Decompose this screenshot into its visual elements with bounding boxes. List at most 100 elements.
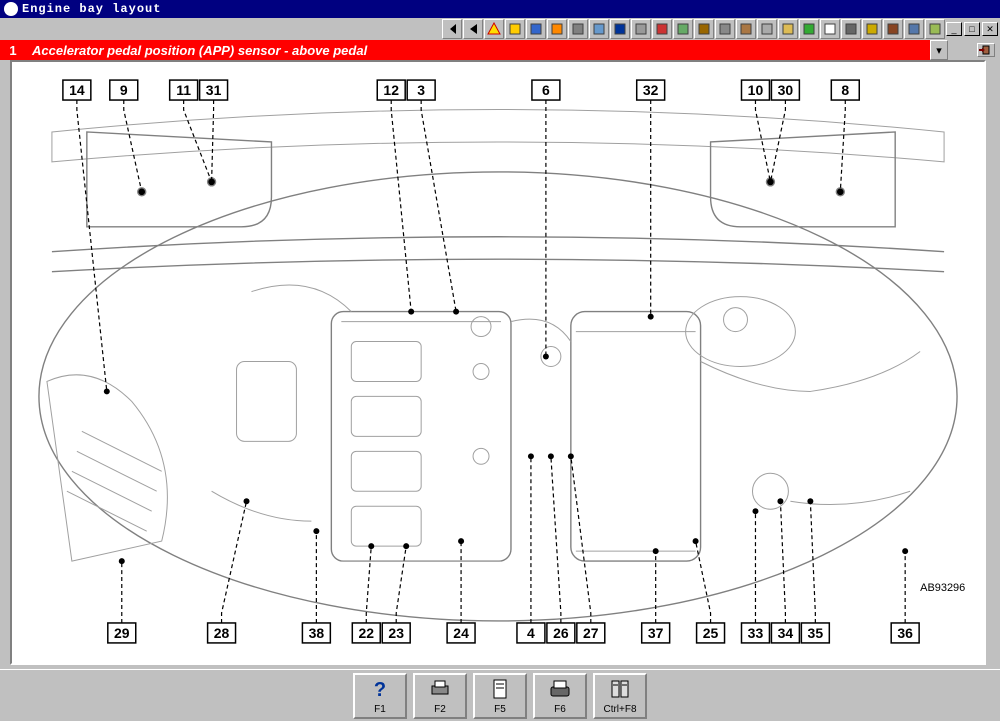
fkey-f6-button[interactable]: F6 bbox=[533, 673, 587, 719]
callout-label-25: 25 bbox=[703, 625, 719, 641]
toolbar-clip-button[interactable] bbox=[757, 19, 777, 39]
callout-label-23: 23 bbox=[388, 625, 404, 641]
toolbar-diag-button[interactable] bbox=[925, 19, 945, 39]
fkey-label: F6 bbox=[554, 704, 566, 715]
toolbar-oval-o-button[interactable] bbox=[547, 19, 567, 39]
elec-icon bbox=[802, 22, 816, 36]
toolbar-abs-button[interactable] bbox=[904, 19, 924, 39]
toolbar-susp-button[interactable] bbox=[673, 19, 693, 39]
toolbar-trans-button[interactable] bbox=[631, 19, 651, 39]
window-title: Engine bay layout bbox=[22, 2, 161, 16]
minimize-button[interactable]: _ bbox=[946, 22, 962, 36]
fkey-label: F1 bbox=[374, 704, 386, 715]
callout-label-14: 14 bbox=[69, 82, 85, 98]
fkey-f2-button[interactable]: F2 bbox=[413, 673, 467, 719]
toolbar-pump-button[interactable] bbox=[694, 19, 714, 39]
toolbar-eng-button[interactable] bbox=[589, 19, 609, 39]
print-icon bbox=[844, 22, 858, 36]
leader-23 bbox=[396, 546, 406, 623]
callout-label-32: 32 bbox=[643, 82, 659, 98]
toolbar-key-button[interactable] bbox=[862, 19, 882, 39]
component-index: 1 bbox=[0, 40, 26, 60]
toolbar-prev-button[interactable] bbox=[463, 19, 483, 39]
callout-label-38: 38 bbox=[309, 625, 325, 641]
leader-26 bbox=[551, 456, 561, 623]
leader-30 bbox=[770, 100, 785, 182]
function-key-bar: ? F1 F2 F5 F6 Ctrl+F8 bbox=[0, 669, 1000, 721]
wrench-icon bbox=[718, 22, 732, 36]
component-dropdown-button[interactable]: ▾ bbox=[930, 40, 948, 60]
toolbar-warn-button[interactable] bbox=[484, 19, 504, 39]
callout-label-33: 33 bbox=[748, 625, 764, 641]
belt-icon bbox=[739, 22, 753, 36]
toolbar-first-button[interactable] bbox=[442, 19, 462, 39]
leader-34 bbox=[780, 501, 785, 623]
part-icon bbox=[781, 22, 795, 36]
callout-label-4: 4 bbox=[527, 625, 535, 641]
engine-bay-diagram: 149113112363210308 292838222324426273725… bbox=[12, 62, 984, 663]
callout-label-9: 9 bbox=[120, 82, 128, 98]
callout-label-35: 35 bbox=[808, 625, 824, 641]
warn-icon bbox=[487, 22, 501, 36]
leader-27 bbox=[571, 456, 591, 623]
leader-31 bbox=[212, 100, 214, 182]
callout-label-3: 3 bbox=[417, 82, 425, 98]
main-toolbar: _ □ ✕ bbox=[0, 18, 1000, 40]
svg-text:?: ? bbox=[374, 679, 386, 700]
abs-icon bbox=[907, 22, 921, 36]
callout-label-27: 27 bbox=[583, 625, 599, 641]
callout-label-34: 34 bbox=[778, 625, 794, 641]
book-icon bbox=[886, 22, 900, 36]
doc-icon bbox=[489, 675, 511, 704]
callout-label-24: 24 bbox=[453, 625, 469, 641]
fkey-ctrl-f8-button[interactable]: Ctrl+F8 bbox=[593, 673, 647, 719]
leader-9 bbox=[124, 100, 142, 192]
toolbar-sdoc-button[interactable] bbox=[820, 19, 840, 39]
leader-12 bbox=[391, 100, 411, 312]
callout-label-22: 22 bbox=[358, 625, 374, 641]
inner-close-area bbox=[972, 40, 1000, 60]
toolbar-part-button[interactable] bbox=[778, 19, 798, 39]
fkey-f1-button[interactable]: ? F1 bbox=[353, 673, 407, 719]
diagram-area: 149113112363210308 292838222324426273725… bbox=[10, 60, 986, 665]
toolbar-wrench-button[interactable] bbox=[715, 19, 735, 39]
callout-label-29: 29 bbox=[114, 625, 130, 641]
eng-icon bbox=[592, 22, 606, 36]
gear-icon bbox=[571, 22, 585, 36]
toolbar-gear-button[interactable] bbox=[568, 19, 588, 39]
toolbar-car-button[interactable] bbox=[652, 19, 672, 39]
leader-3 bbox=[421, 100, 456, 312]
toolbar-rect-y-button[interactable] bbox=[505, 19, 525, 39]
inner-close-button[interactable] bbox=[977, 43, 995, 57]
leader-25 bbox=[696, 541, 711, 623]
toolbar-belt-button[interactable] bbox=[736, 19, 756, 39]
fkey-label: Ctrl+F8 bbox=[603, 704, 636, 715]
toolbar-print-button[interactable] bbox=[841, 19, 861, 39]
leader-35 bbox=[810, 501, 815, 623]
leader-8 bbox=[840, 100, 845, 192]
toolbar-elec-button[interactable] bbox=[799, 19, 819, 39]
sdoc-icon bbox=[823, 22, 837, 36]
maximize-button[interactable]: □ bbox=[964, 22, 980, 36]
callout-label-11: 11 bbox=[176, 82, 191, 98]
leader-11 bbox=[184, 100, 212, 182]
print-icon bbox=[429, 675, 451, 704]
component-description: Accelerator pedal position (APP) sensor … bbox=[26, 40, 930, 60]
journal-icon bbox=[609, 675, 631, 704]
fkey-label: F2 bbox=[434, 704, 446, 715]
car-icon bbox=[655, 22, 669, 36]
toolbar-rect-b-button[interactable] bbox=[526, 19, 546, 39]
clip-icon bbox=[760, 22, 774, 36]
toolbar-dot-b-button[interactable] bbox=[610, 19, 630, 39]
callout-label-30: 30 bbox=[778, 82, 794, 98]
close-button[interactable]: ✕ bbox=[982, 22, 998, 36]
oval-o-icon bbox=[550, 22, 564, 36]
window-controls: _ □ ✕ bbox=[946, 22, 998, 36]
callout-label-12: 12 bbox=[383, 82, 399, 98]
callout-label-28: 28 bbox=[214, 625, 230, 641]
fkey-f5-button[interactable]: F5 bbox=[473, 673, 527, 719]
susp-icon bbox=[676, 22, 690, 36]
rect-b-icon bbox=[529, 22, 543, 36]
callout-label-26: 26 bbox=[553, 625, 569, 641]
toolbar-book-button[interactable] bbox=[883, 19, 903, 39]
